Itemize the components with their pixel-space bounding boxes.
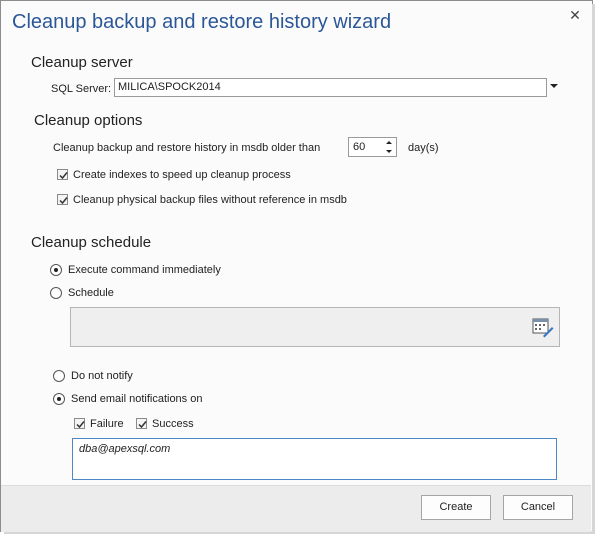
send-email-label: Send email notifications on [71, 393, 203, 405]
schedule-label: Schedule [68, 287, 114, 299]
create-button[interactable]: Create [421, 495, 491, 520]
older-than-label: Cleanup backup and restore history in ms… [53, 142, 321, 154]
cleanup-schedule-heading: Cleanup schedule [31, 234, 152, 251]
do-not-notify-radio[interactable] [53, 370, 65, 382]
cleanup-files-label: Cleanup physical backup files without re… [73, 194, 347, 206]
execute-now-label: Execute command immediately [68, 264, 221, 276]
days-stepper[interactable]: 60 [348, 137, 397, 157]
failure-checkbox[interactable] [74, 418, 85, 429]
do-not-notify-label: Do not notify [71, 370, 133, 382]
create-indexes-checkbox[interactable] [57, 169, 68, 180]
create-indexes-label: Create indexes to speed up cleanup proce… [73, 169, 291, 181]
success-checkbox[interactable] [136, 418, 147, 429]
stepper-down-icon[interactable] [386, 150, 392, 153]
days-unit-label: day(s) [408, 142, 439, 154]
schedule-editor-icon[interactable] [532, 318, 554, 338]
stepper-up-icon[interactable] [386, 141, 392, 144]
close-icon[interactable]: ✕ [567, 7, 583, 23]
success-label: Success [152, 418, 194, 430]
cleanup-server-heading: Cleanup server [31, 54, 133, 71]
failure-label: Failure [90, 418, 124, 430]
sql-server-label: SQL Server: [51, 83, 112, 95]
cleanup-files-checkbox[interactable] [57, 194, 68, 205]
schedule-radio[interactable] [50, 287, 62, 299]
execute-now-radio[interactable] [50, 264, 62, 276]
window-title: Cleanup backup and restore history wizar… [12, 11, 392, 33]
send-email-radio[interactable] [53, 393, 65, 405]
cleanup-options-heading: Cleanup options [34, 112, 143, 129]
cancel-button[interactable]: Cancel [503, 495, 573, 520]
chevron-down-icon[interactable] [550, 84, 558, 88]
schedule-description-box [70, 307, 560, 347]
email-recipients-input[interactable]: dba@apexsql.com [72, 438, 557, 480]
sql-server-combobox[interactable]: MILICA\SPOCK2014 [114, 78, 547, 97]
